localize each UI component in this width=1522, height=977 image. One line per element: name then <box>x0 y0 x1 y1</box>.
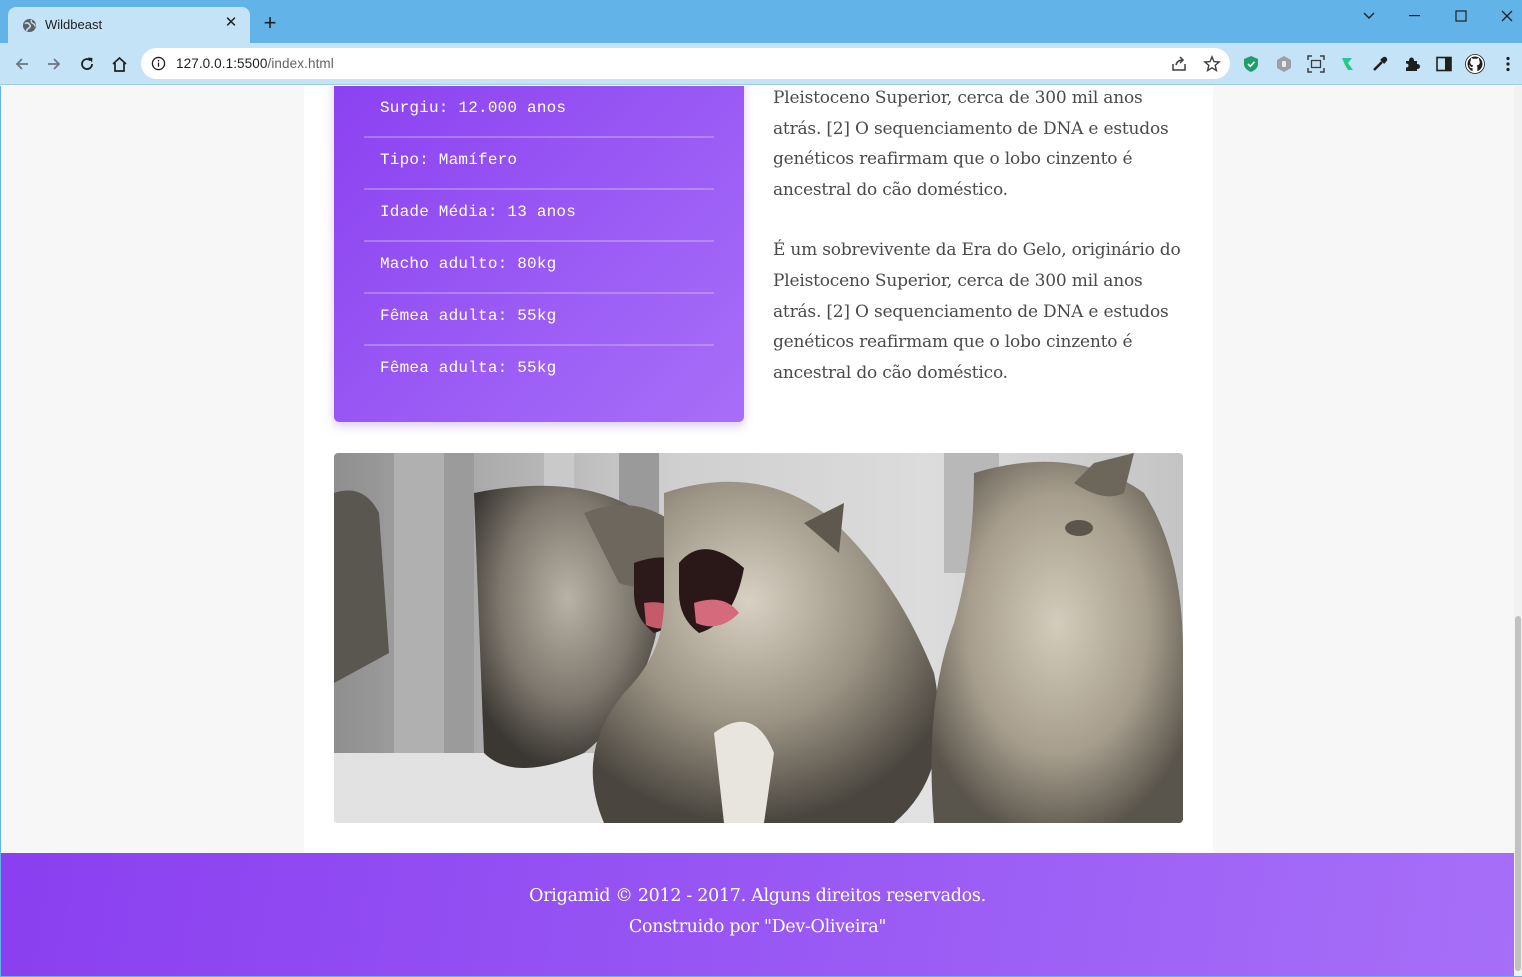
home-icon[interactable] <box>106 51 132 77</box>
bookmark-star-icon[interactable] <box>1203 55 1221 73</box>
article-paragraph-2: É um sobrevivente da Era do Gelo, origin… <box>773 240 1181 383</box>
tab-search-chevron-icon[interactable] <box>1346 0 1392 32</box>
new-tab-button[interactable]: + <box>259 12 281 35</box>
browser-tab[interactable]: Wildbeast ✕ <box>8 7 250 43</box>
screenshot-extension-icon[interactable] <box>1307 55 1325 73</box>
site-footer: Origamid © 2012 - 2017. Alguns direitos … <box>1 853 1514 976</box>
url-host: 127.0.0.1:5500 <box>176 56 268 71</box>
privacy-extension-icon[interactable] <box>1275 55 1293 73</box>
window-border-left <box>0 86 1 977</box>
address-bar[interactable]: 127.0.0.1:5500/index.html <box>141 48 1230 79</box>
wolves-photo <box>334 453 1183 823</box>
browser-toolbar: 127.0.0.1:5500/index.html <box>0 43 1522 85</box>
url-path: /index.html <box>267 56 334 71</box>
footer-copyright: Origamid © 2012 - 2017. Alguns direitos … <box>529 886 986 906</box>
fact-type: Tipo: Mamífero <box>364 138 714 190</box>
close-window-icon[interactable] <box>1484 0 1522 32</box>
share-icon[interactable] <box>1170 55 1188 73</box>
profile-avatar-icon[interactable] <box>1465 54 1485 74</box>
tab-title: Wildbeast <box>45 17 103 32</box>
facts-list: Surgiu: 12.000 anos Tipo: Mamífero Idade… <box>364 86 714 398</box>
url-text[interactable]: 127.0.0.1:5500/index.html <box>176 56 334 71</box>
fact-origin: Surgiu: 12.000 anos <box>364 86 714 138</box>
reload-icon[interactable] <box>74 51 100 77</box>
globe-icon <box>22 18 37 33</box>
close-tab-icon[interactable]: ✕ <box>222 14 240 32</box>
fact-adult-female-weight: Fêmea adulta: 55kg <box>364 294 714 346</box>
article-paragraph-1: Pleistoceno Superior, cerca de 300 mil a… <box>773 88 1169 200</box>
eyedropper-extension-icon[interactable] <box>1371 55 1389 73</box>
menu-kebab-icon[interactable] <box>1499 55 1517 73</box>
article-text: Pleistoceno Superior, cerca de 300 mil a… <box>773 86 1185 418</box>
facts-box: Surgiu: 12.000 anos Tipo: Mamífero Idade… <box>334 86 744 422</box>
maximize-window-icon[interactable] <box>1438 0 1484 32</box>
browser-title-bar: Wildbeast ✕ + <box>0 0 1522 43</box>
minimize-window-icon[interactable] <box>1392 0 1438 32</box>
fact-adult-female-weight-2: Fêmea adulta: 55kg <box>380 359 557 377</box>
footer-credit: Construido por "Dev-Oliveira" <box>628 917 887 937</box>
shield-extension-icon[interactable] <box>1242 55 1260 73</box>
side-panel-icon[interactable] <box>1435 55 1453 73</box>
scrollbar-thumb[interactable] <box>1515 616 1521 971</box>
extensions-puzzle-icon[interactable] <box>1403 55 1421 73</box>
fact-average-age: Idade Média: 13 anos <box>364 190 714 242</box>
back-arrow-icon[interactable] <box>9 51 35 77</box>
forward-arrow-icon[interactable] <box>41 51 67 77</box>
info-icon[interactable] <box>151 56 166 71</box>
page-viewport: Surgiu: 12.000 anos Tipo: Mamífero Idade… <box>1 86 1514 976</box>
fact-adult-male-weight: Macho adulto: 80kg <box>364 242 714 294</box>
tracker-extension-icon[interactable] <box>1339 55 1357 73</box>
